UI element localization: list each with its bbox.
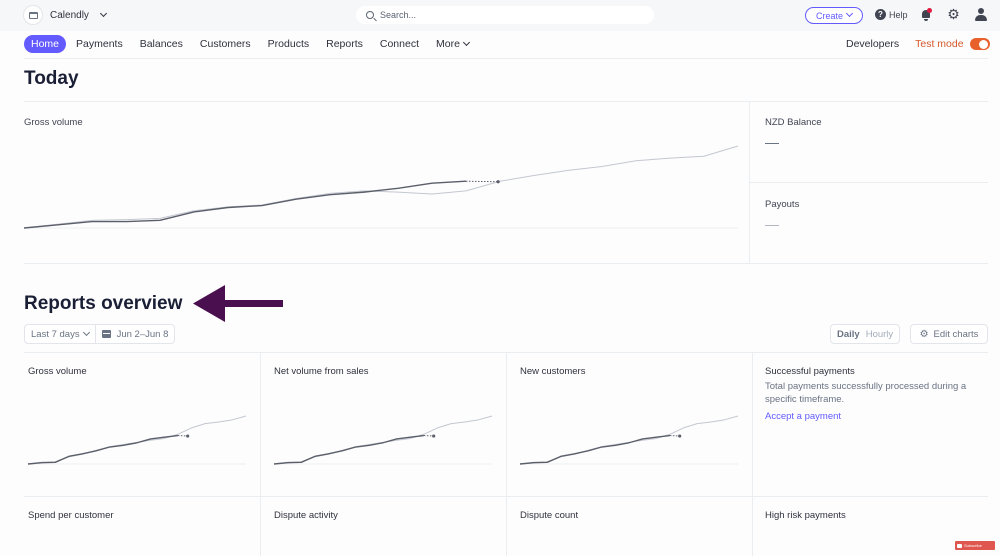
hourly-option[interactable]: Hourly <box>866 329 893 340</box>
successful-payments-chart <box>765 420 983 466</box>
user-icon[interactable] <box>975 8 987 21</box>
new-customers-chart <box>519 415 739 465</box>
today-title: Today <box>24 68 79 89</box>
nav-more[interactable]: More <box>429 35 476 53</box>
help-button[interactable]: ? Help <box>875 9 908 20</box>
nav-reports[interactable]: Reports <box>319 35 370 53</box>
card-high-risk-payments[interactable]: High risk payments <box>765 510 846 521</box>
subscribe-badge[interactable]: Subscribe <box>955 541 995 550</box>
nav-more-label: More <box>435 38 460 50</box>
search-input[interactable] <box>380 10 640 20</box>
previous-period-line <box>519 415 739 465</box>
create-label: Create <box>815 10 843 21</box>
nzd-balance-label[interactable]: NZD Balance <box>765 117 822 128</box>
nzd-balance-value <box>765 143 779 144</box>
nav-home[interactable]: Home <box>24 35 67 53</box>
main-nav: Home Payments Balances Customers Product… <box>24 35 479 53</box>
date-filter: Last 7 days Jun 2–Jun 8 <box>24 324 176 344</box>
range-dropdown[interactable]: Last 7 days <box>25 325 95 343</box>
current-point <box>186 434 190 438</box>
search-icon <box>366 11 374 19</box>
previous-period-line <box>27 415 247 465</box>
today-gross-volume-chart <box>23 145 739 229</box>
nav-right: Developers Test mode <box>846 38 990 50</box>
payouts-value <box>765 225 779 226</box>
account-switcher[interactable]: Calendly <box>24 6 107 24</box>
granularity-toggle: Daily Hourly <box>830 324 901 344</box>
payouts-label[interactable]: Payouts <box>765 199 799 210</box>
card-dispute-activity[interactable]: Dispute activity <box>274 510 338 521</box>
search-bar[interactable] <box>356 6 654 24</box>
chevron-down-icon <box>82 328 90 336</box>
gross-volume-chart <box>27 415 247 465</box>
edit-charts-label: Edit charts <box>933 328 979 340</box>
test-mode-label: Test mode <box>915 38 964 50</box>
nav-customers[interactable]: Customers <box>193 35 258 53</box>
date-range: Jun 2–Jun 8 <box>116 328 169 340</box>
balance-divider <box>750 182 988 183</box>
chevron-down-icon <box>845 9 854 18</box>
date-range-picker[interactable]: Jun 2–Jun 8 <box>94 325 175 343</box>
help-label: Help <box>889 9 908 20</box>
grid-divider <box>506 352 507 556</box>
current-point <box>432 434 436 438</box>
gear-icon[interactable]: ⚙ <box>947 7 960 21</box>
calendar-icon <box>101 330 111 338</box>
range-label: Last 7 days <box>31 328 80 340</box>
previous-period-line <box>273 415 493 465</box>
bell-icon[interactable] <box>920 8 932 21</box>
net-volume-chart <box>273 415 493 465</box>
help-icon: ? <box>875 9 886 20</box>
today-bottom-divider <box>24 263 988 264</box>
create-button[interactable]: Create <box>805 7 863 24</box>
account-name: Calendly <box>50 9 89 21</box>
edit-charts-button[interactable]: ⚙ Edit charts <box>910 324 988 344</box>
developers-link[interactable]: Developers <box>846 38 899 50</box>
nav-products[interactable]: Products <box>261 35 316 53</box>
gear-icon: ⚙ <box>919 328 929 340</box>
grid-row-divider <box>24 496 988 497</box>
card-net-volume[interactable]: Net volume from sales <box>274 366 369 377</box>
card-dispute-count[interactable]: Dispute count <box>520 510 578 521</box>
card-spend-per-customer[interactable]: Spend per customer <box>28 510 114 521</box>
card-gross-volume[interactable]: Gross volume <box>28 366 87 377</box>
today-divider <box>24 101 988 102</box>
notification-dot <box>927 8 932 13</box>
current-point <box>496 180 500 184</box>
chevron-down-icon <box>462 38 470 47</box>
play-icon <box>957 543 962 548</box>
previous-period-line <box>23 145 739 229</box>
daily-option[interactable]: Daily <box>837 329 860 340</box>
grid-divider <box>260 352 261 556</box>
current-point <box>678 434 682 438</box>
card-new-customers[interactable]: New customers <box>520 366 585 377</box>
reports-overview-title: Reports overview <box>24 293 183 314</box>
nav-connect[interactable]: Connect <box>373 35 426 53</box>
projection-line <box>465 180 499 183</box>
annotation-arrow-icon <box>193 285 283 322</box>
top-bar: Calendly Create ? Help ⚙ <box>0 0 1000 31</box>
nav-balances[interactable]: Balances <box>133 35 190 53</box>
nav-payments[interactable]: Payments <box>69 35 130 53</box>
store-icon <box>24 6 42 24</box>
successful-payments-description: Total payments successfully processed du… <box>765 381 967 405</box>
subscribe-label: Subscribe <box>964 543 982 548</box>
test-mode-toggle[interactable] <box>969 38 990 50</box>
card-successful-payments[interactable]: Successful payments <box>765 366 855 377</box>
nav-divider <box>24 58 988 59</box>
grid-divider <box>752 352 753 556</box>
chevron-down-icon <box>99 9 107 17</box>
today-gross-volume-label[interactable]: Gross volume <box>24 117 83 128</box>
